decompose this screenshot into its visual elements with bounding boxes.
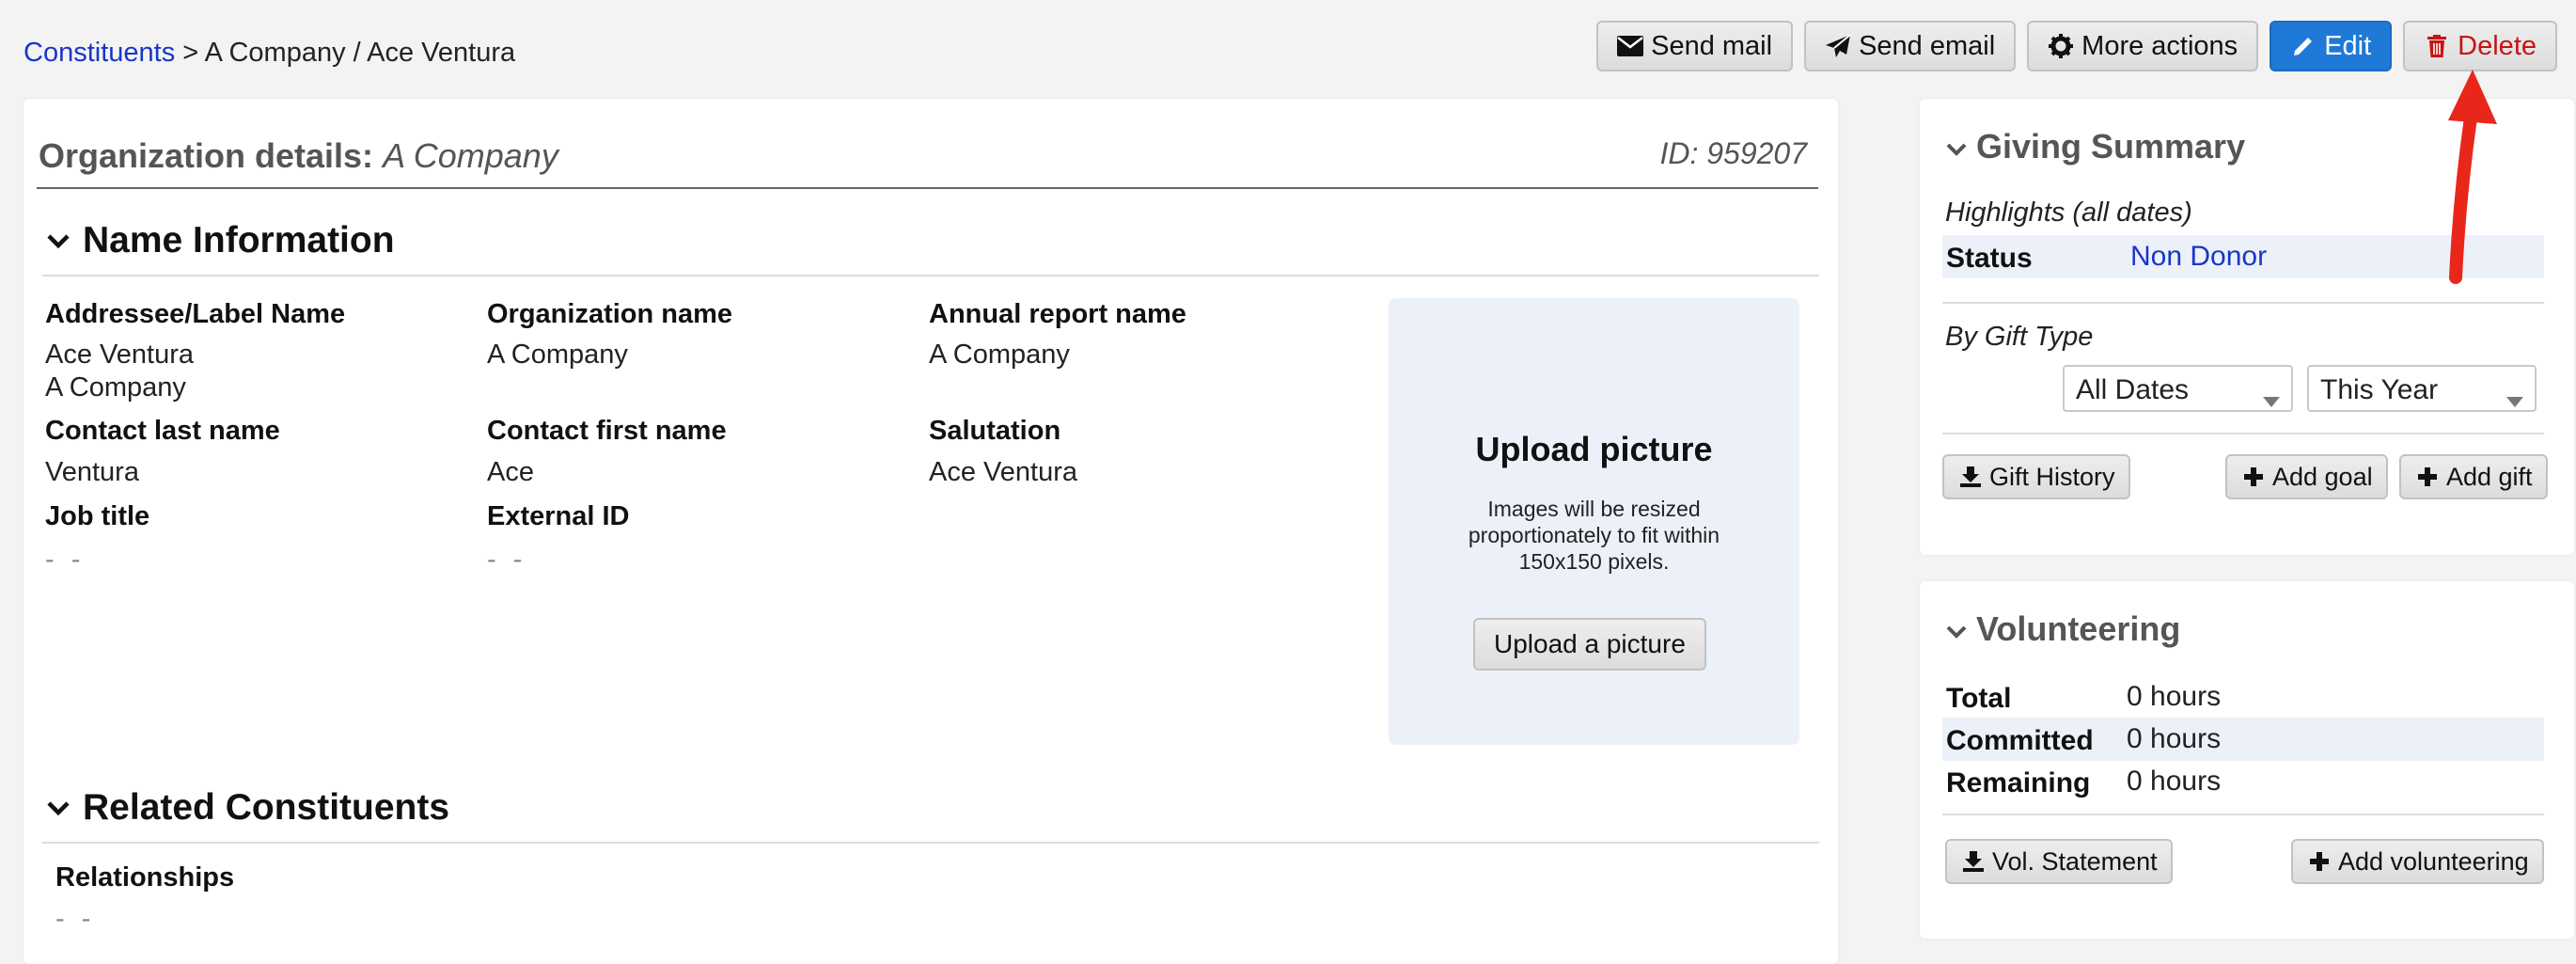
download-icon — [1960, 851, 1987, 872]
committed-value: 0 hours — [2127, 723, 2222, 754]
add-volunteering-label: Add volunteering — [2338, 846, 2529, 876]
plus-icon — [2306, 852, 2333, 871]
relationships-value: - - — [55, 904, 96, 934]
plus-icon — [2240, 467, 2267, 486]
divider — [1942, 302, 2544, 304]
chevron-down-icon[interactable] — [1946, 624, 1967, 643]
committed-label: Committed — [1946, 725, 2094, 756]
chevron-down-icon — [47, 800, 70, 820]
gift-history-label: Gift History — [1989, 462, 2115, 491]
giving-summary-title: Giving Summary — [1976, 127, 2246, 166]
contact-last-name-label: Contact last name — [45, 416, 280, 446]
trash-icon — [2424, 35, 2450, 57]
job-title-value: - - — [45, 545, 86, 575]
addressee-line2: A Company — [45, 372, 186, 403]
divider — [1942, 814, 2544, 815]
by-gift-type-heading: By Gift Type — [1945, 322, 2094, 352]
year-selected: This Year — [2320, 374, 2439, 405]
date-range-selected: All Dates — [2076, 374, 2190, 405]
chevron-down-icon — [47, 233, 70, 253]
external-id-value: - - — [487, 545, 527, 575]
organization-name-label: Organization name — [487, 299, 733, 329]
related-constituents-header[interactable]: Related Constituents — [42, 776, 1819, 844]
annual-report-name-label: Annual report name — [929, 299, 1186, 329]
more-actions-button[interactable]: More actions — [2027, 21, 2259, 71]
add-gift-button[interactable]: Add gift — [2399, 454, 2548, 499]
plus-icon — [2414, 467, 2441, 486]
contact-last-name-value: Ventura — [45, 457, 139, 487]
envelope-icon — [1617, 36, 1644, 56]
gear-icon — [2048, 34, 2074, 58]
paper-plane-icon — [1825, 34, 1851, 58]
total-value: 0 hours — [2127, 681, 2222, 712]
divider — [1942, 433, 2544, 435]
name-information-header[interactable]: Name Information — [42, 209, 1819, 277]
volunteering-row: Remaining 0 hours — [1942, 760, 2544, 803]
addressee-line1: Ace Ventura — [45, 340, 194, 370]
edit-button[interactable]: Edit — [2270, 21, 2393, 71]
download-icon — [1957, 466, 1984, 487]
record-id: ID: 959207 — [1659, 136, 1807, 170]
remaining-label: Remaining — [1946, 767, 2091, 798]
delete-button[interactable]: Delete — [2403, 21, 2557, 71]
addressee-label: Addressee/Label Name — [45, 299, 346, 329]
highlights-heading: Highlights (all dates) — [1945, 198, 2192, 228]
more-actions-label: More actions — [2081, 30, 2238, 61]
status-label: Status — [1946, 243, 2033, 274]
volunteering-title: Volunteering — [1976, 609, 2181, 648]
organization-name-value: A Company — [487, 340, 628, 370]
caret-down-icon — [2263, 383, 2280, 415]
action-toolbar: Send mail Send email More actions Edit D… — [1596, 21, 2557, 71]
annual-report-name-value: A Company — [929, 340, 1070, 370]
add-goal-label: Add goal — [2272, 462, 2373, 491]
page-title: Organization details: A Company — [39, 136, 558, 176]
salutation-label: Salutation — [929, 416, 1061, 446]
total-label: Total — [1946, 683, 2012, 714]
delete-label: Delete — [2458, 30, 2537, 61]
page-title-org: A Company — [383, 136, 558, 175]
breadcrumb-constituents-link[interactable]: Constituents — [24, 38, 175, 68]
year-select[interactable]: This Year — [2307, 365, 2537, 412]
add-volunteering-button[interactable]: Add volunteering — [2291, 839, 2544, 884]
arrow-annotation — [2448, 70, 2497, 284]
send-email-label: Send email — [1859, 30, 1996, 61]
upload-picture-panel: Upload picture Images will be resized pr… — [1389, 298, 1799, 745]
chevron-down-icon[interactable] — [1946, 142, 1967, 161]
related-constituents-title: Related Constituents — [83, 787, 450, 828]
pencil-icon — [2290, 35, 2317, 57]
edit-label: Edit — [2324, 30, 2372, 61]
breadcrumb: Constituents > A Company / Ace Ventura — [24, 38, 515, 69]
name-information-title: Name Information — [83, 220, 395, 261]
add-gift-label: Add gift — [2446, 462, 2533, 491]
volunteering-row: Committed 0 hours — [1942, 718, 2544, 761]
upload-picture-title: Upload picture — [1475, 430, 1713, 468]
upload-picture-note: Images will be resized proportionately t… — [1468, 497, 1720, 574]
page-title-lead: Organization details: — [39, 136, 374, 175]
organization-details-panel: Organization details: A Company ID: 9592… — [24, 99, 1838, 964]
send-mail-label: Send mail — [1651, 30, 1773, 61]
relationships-label: Relationships — [55, 862, 235, 893]
vol-statement-label: Vol. Statement — [1992, 846, 2158, 876]
contact-first-name-value: Ace — [487, 457, 534, 487]
volunteering-row: Total 0 hours — [1942, 675, 2544, 719]
add-goal-button[interactable]: Add goal — [2225, 454, 2388, 499]
breadcrumb-current: A Company / Ace Ventura — [204, 38, 516, 68]
send-email-button[interactable]: Send email — [1804, 21, 2017, 71]
external-id-label: External ID — [487, 501, 630, 531]
remaining-value: 0 hours — [2127, 766, 2222, 797]
caret-down-icon — [2506, 383, 2523, 415]
job-title-label: Job title — [45, 501, 150, 531]
date-range-select[interactable]: All Dates — [2063, 365, 2293, 412]
send-mail-button[interactable]: Send mail — [1596, 21, 1794, 71]
volunteering-panel: Volunteering Total 0 hours Committed 0 h… — [1920, 581, 2574, 939]
salutation-value: Ace Ventura — [929, 457, 1077, 487]
gift-history-button[interactable]: Gift History — [1942, 454, 2130, 499]
vol-statement-button[interactable]: Vol. Statement — [1945, 839, 2173, 884]
panel-header: Organization details: A Company ID: 9592… — [37, 127, 1818, 189]
contact-first-name-label: Contact first name — [487, 416, 727, 446]
breadcrumb-separator: > — [182, 38, 199, 68]
status-value-link[interactable]: Non Donor — [2130, 241, 2267, 273]
upload-picture-button[interactable]: Upload a picture — [1473, 618, 1706, 671]
